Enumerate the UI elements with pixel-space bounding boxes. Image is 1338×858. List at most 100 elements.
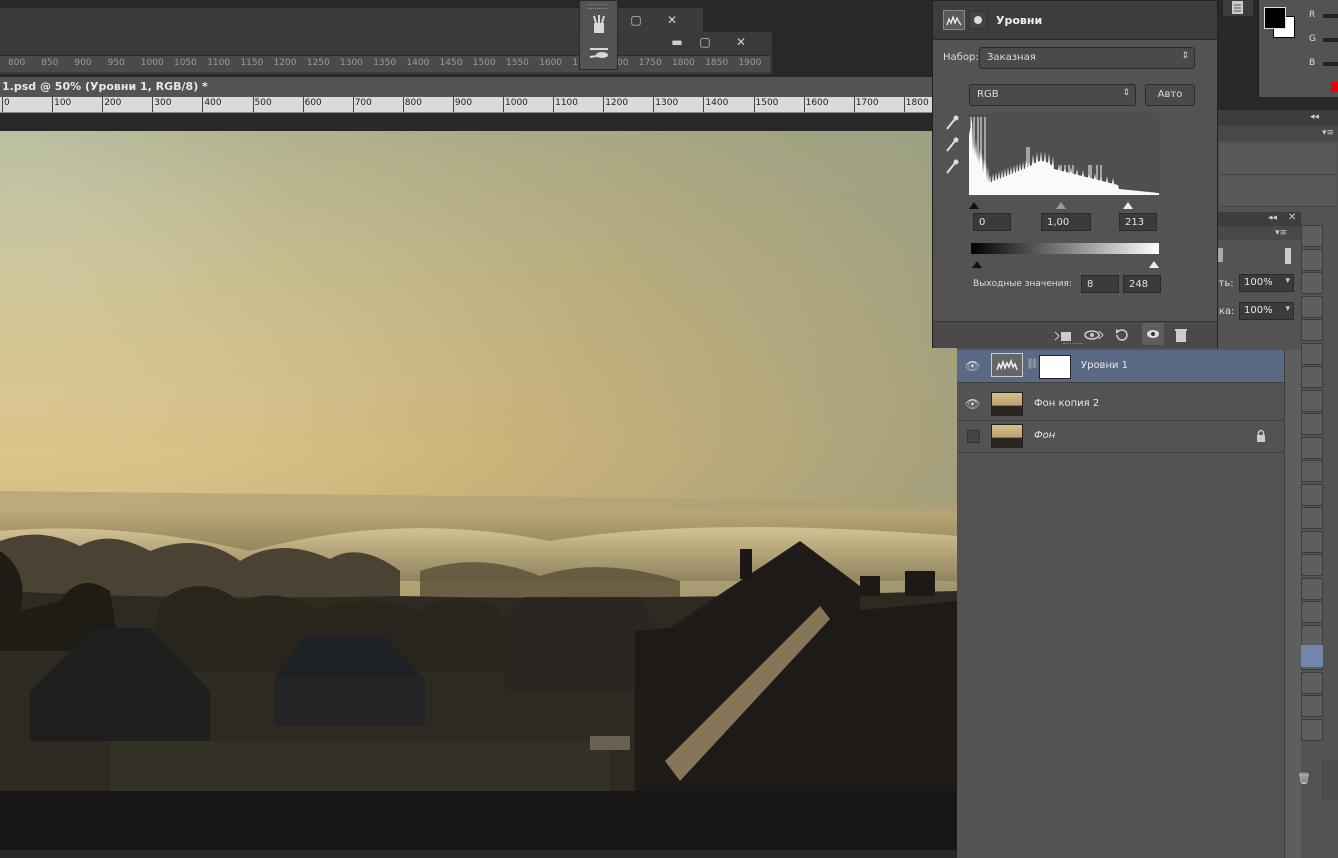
document-icon-button[interactable] (1223, 0, 1253, 16)
preset-select[interactable]: Заказная ⇕ (979, 47, 1195, 69)
ruler-tick: 1200 (273, 58, 297, 68)
strip-cell[interactable] (1301, 342, 1323, 365)
eye-icon[interactable]: 👁 (965, 397, 980, 411)
filter-toggle[interactable] (1285, 248, 1291, 264)
canvas-area[interactable] (0, 113, 957, 850)
strip-cell[interactable] (1301, 389, 1323, 412)
mask-icon[interactable] (969, 11, 987, 29)
strip-cell[interactable] (1301, 436, 1323, 459)
g-slider[interactable] (1323, 38, 1338, 42)
strip-cell[interactable] (1301, 530, 1323, 553)
maximize-button[interactable]: ▢ (621, 11, 651, 29)
strip-cell[interactable] (1301, 554, 1323, 576)
strip-cell[interactable] (1301, 460, 1323, 482)
reset-icon[interactable] (1113, 327, 1131, 343)
brush-presets-icon[interactable] (588, 13, 610, 35)
ruler-tick: 1900 (738, 58, 762, 68)
layer-row-bg-copy[interactable]: 👁 Фон копия 2 (957, 388, 1284, 421)
close-button[interactable]: ✕ (726, 33, 756, 51)
background-ruler: 800 850 900 950 1000 1050 1100 1150 1200 1250 1300… (0, 55, 770, 72)
input-white-field[interactable]: 213 (1119, 213, 1157, 231)
ruler-tick: 950 (107, 58, 125, 68)
visibility-toggle-off[interactable] (967, 430, 980, 443)
levels-adjustment-icon[interactable] (943, 10, 965, 30)
layer-name[interactable]: Фон (1034, 430, 1055, 441)
photo-canvas[interactable] (0, 131, 957, 850)
strip-cell[interactable] (1301, 413, 1323, 435)
output-gradient (971, 243, 1159, 254)
layer-row-levels[interactable]: 👁 ⛓ Уровни 1 (957, 350, 1284, 383)
maximize-button[interactable]: ▢ (690, 33, 720, 51)
ruler-tick: 100 (54, 98, 72, 108)
output-slider-track[interactable] (969, 254, 1159, 268)
trash-icon[interactable] (1173, 327, 1189, 343)
strip-cell[interactable] (1301, 507, 1323, 529)
chain-link-icon[interactable]: ⛓ (1026, 359, 1039, 370)
b-slider[interactable] (1323, 62, 1338, 66)
view-previous-icon[interactable] (1083, 327, 1105, 343)
strip-cell[interactable] (1301, 366, 1323, 388)
layer-row-background[interactable]: Фон (957, 420, 1284, 453)
panel-menu-icon[interactable]: ▾≡ (1322, 128, 1334, 138)
input-black-field[interactable]: 0 (973, 213, 1011, 231)
strip-cell[interactable] (1301, 577, 1323, 600)
strip-cell[interactable] (1301, 671, 1323, 694)
output-black-field[interactable]: 8 (1081, 275, 1119, 293)
channel-select[interactable]: RGB ⇕ (969, 84, 1136, 106)
layer-name[interactable]: Фон копия 2 (1034, 398, 1099, 409)
close-button[interactable]: ✕ (657, 11, 687, 29)
mini-scroll[interactable] (1322, 760, 1338, 800)
gray-eyedropper-icon[interactable] (945, 137, 959, 153)
layer-mask-thumbnail[interactable] (1039, 355, 1071, 379)
minimize-button[interactable]: ▬ (662, 33, 692, 51)
horizontal-ruler[interactable]: 0 100 200 300 400 500 600 700 800 900 1000 1100 1200… (0, 97, 940, 113)
r-slider[interactable] (1323, 14, 1338, 18)
color-ramp[interactable] (1331, 82, 1338, 92)
ruler-tick: 1550 (506, 58, 529, 68)
ruler-tick: 1350 (373, 58, 397, 68)
trash-icon[interactable]: 🗑 (1297, 772, 1311, 788)
visibility-eye-icon[interactable] (1142, 323, 1164, 345)
strip-cell[interactable] (1301, 225, 1323, 247)
ruler-tick: 1200 (605, 98, 629, 108)
grip-handle[interactable] (588, 4, 608, 9)
auto-button[interactable]: Авто (1145, 84, 1195, 106)
selected-cell[interactable] (1301, 645, 1323, 667)
fill-field[interactable]: 100% ▾ (1239, 302, 1294, 320)
resize-grip[interactable] (1063, 343, 1083, 347)
histogram (969, 113, 1159, 195)
collapse-icon[interactable]: ◂◂ (1268, 213, 1277, 223)
levels-properties-panel: Уровни Набор: Заказная ⇕ RGB ⇕ Авто 0 1,… (932, 0, 1218, 348)
eye-icon[interactable]: 👁 (965, 359, 980, 373)
collapse-icon[interactable]: ◂◂ (1310, 112, 1319, 122)
strip-cell[interactable] (1301, 718, 1323, 741)
clip-to-layer-icon[interactable] (1053, 328, 1073, 342)
strip-cell[interactable] (1301, 248, 1323, 271)
input-gamma-field[interactable]: 1,00 (1041, 213, 1091, 231)
panel-menu-icon[interactable]: ▾≡ (1275, 228, 1287, 238)
black-eyedropper-icon[interactable] (945, 115, 959, 131)
strip-cell[interactable] (1301, 272, 1323, 294)
strip-cell[interactable] (1301, 624, 1323, 647)
brush-icon[interactable] (588, 43, 610, 63)
strip-cell[interactable] (1301, 601, 1323, 623)
strip-cell[interactable] (1301, 295, 1323, 318)
input-slider-track[interactable] (969, 195, 1159, 209)
output-white-field[interactable]: 248 (1123, 275, 1161, 293)
white-eyedropper-icon[interactable] (945, 159, 959, 175)
ruler-tick: 700 (354, 98, 372, 108)
strip-cell[interactable] (1301, 695, 1323, 717)
opacity-field[interactable]: 100% ▾ (1239, 274, 1294, 292)
layer-name[interactable]: Уровни 1 (1081, 360, 1128, 371)
panel-header: Уровни (933, 1, 1217, 40)
levels-adjustment-icon (991, 353, 1023, 377)
strip-cell[interactable] (1301, 319, 1323, 341)
maximize-icon: ▢ (630, 13, 642, 27)
ruler-tick: 0 (4, 98, 10, 108)
document-tab[interactable]: 1.psd @ 50% (Уровни 1, RGB/8) * (0, 77, 940, 98)
ruler-tick: 400 (204, 98, 222, 108)
output-label: Выходные значения: (973, 279, 1072, 289)
close-icon[interactable]: ✕ (1288, 212, 1296, 223)
ruler-tick: 1100 (555, 98, 578, 108)
strip-cell[interactable] (1301, 483, 1323, 506)
